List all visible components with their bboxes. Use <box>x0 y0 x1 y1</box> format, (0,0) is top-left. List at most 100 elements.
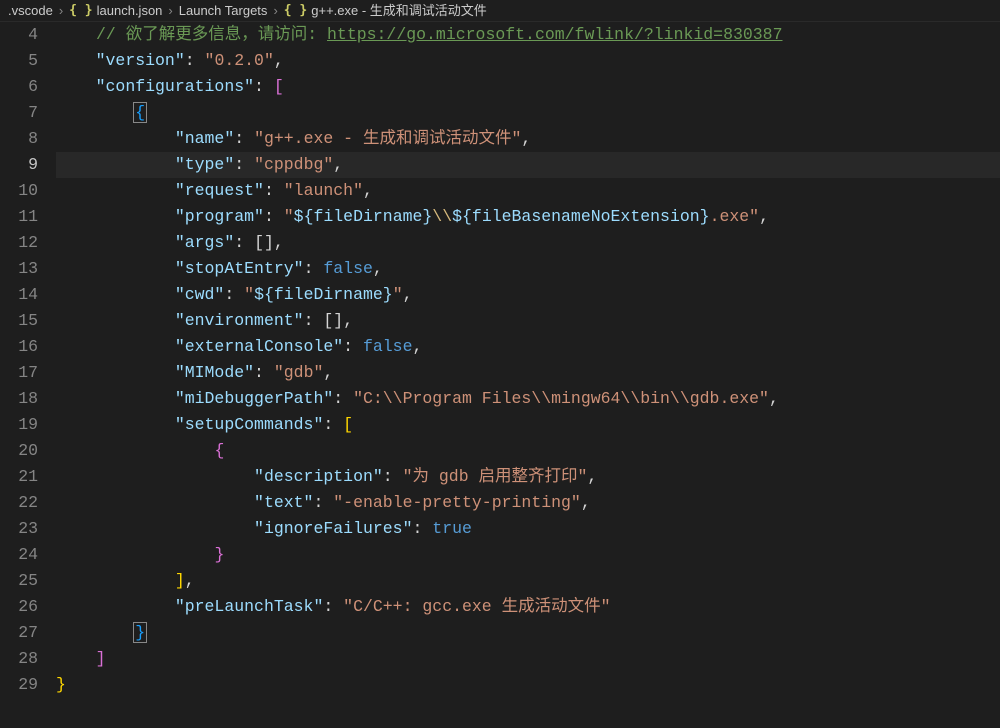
code-line[interactable]: "request": "launch", <box>56 178 1000 204</box>
json-key: "type" <box>175 155 234 174</box>
json-braces-icon: { } <box>284 0 307 24</box>
code-line[interactable]: "configurations": [ <box>56 74 1000 100</box>
line-number: 23 <box>0 516 38 542</box>
json-string: "cppdbg" <box>254 155 333 174</box>
code-line[interactable]: ], <box>56 568 1000 594</box>
code-line[interactable]: "environment": [], <box>56 308 1000 334</box>
breadcrumb-file[interactable]: launch.json <box>97 0 163 24</box>
breadcrumb-section[interactable]: Launch Targets <box>179 0 268 24</box>
json-var: ${fileDirname} <box>294 207 433 226</box>
code-line[interactable]: "args": [], <box>56 230 1000 256</box>
code-line[interactable]: "ignoreFailures": true <box>56 516 1000 542</box>
line-number: 27 <box>0 620 38 646</box>
code-line[interactable]: "text": "-enable-pretty-printing", <box>56 490 1000 516</box>
json-string: " <box>284 207 294 226</box>
code-line[interactable]: // 欲了解更多信息，请访问: https://go.microsoft.com… <box>56 22 1000 48</box>
json-string: "-enable-pretty-printing" <box>333 493 581 512</box>
code-line[interactable]: "program": "${fileDirname}\\${fileBasena… <box>56 204 1000 230</box>
line-number-gutter: 4567891011121314151617181920212223242526… <box>0 22 56 728</box>
code-line[interactable]: { <box>56 100 1000 126</box>
line-number: 25 <box>0 568 38 594</box>
code-line[interactable]: "externalConsole": false, <box>56 334 1000 360</box>
json-key: "args" <box>175 233 234 252</box>
code-line[interactable]: "setupCommands": [ <box>56 412 1000 438</box>
json-var: ${fileBasenameNoExtension} <box>452 207 709 226</box>
code-line[interactable]: { <box>56 438 1000 464</box>
code-line[interactable]: } <box>56 542 1000 568</box>
line-number: 21 <box>0 464 38 490</box>
line-number: 9 <box>0 152 38 178</box>
json-array: [] <box>254 233 274 252</box>
json-string: "C:\\Program Files\\mingw64\\bin\\gdb.ex… <box>353 389 769 408</box>
code-area[interactable]: // 欲了解更多信息，请访问: https://go.microsoft.com… <box>56 22 1000 728</box>
json-key: "version" <box>96 51 185 70</box>
code-line[interactable]: "description": "为 gdb 启用整齐打印", <box>56 464 1000 490</box>
code-line[interactable]: ] <box>56 646 1000 672</box>
json-braces-icon: { } <box>69 0 92 24</box>
line-number: 24 <box>0 542 38 568</box>
code-line[interactable]: "preLaunchTask": "C/C++: gcc.exe 生成活动文件" <box>56 594 1000 620</box>
line-number: 5 <box>0 48 38 74</box>
json-bool: true <box>432 519 472 538</box>
code-line[interactable]: } <box>56 620 1000 646</box>
comment-link[interactable]: https://go.microsoft.com/fwlink/?linkid=… <box>327 25 782 44</box>
json-string: " <box>244 285 254 304</box>
json-string: "0.2.0" <box>205 51 274 70</box>
code-line[interactable]: "version": "0.2.0", <box>56 48 1000 74</box>
json-key: "name" <box>175 129 234 148</box>
json-string: "launch" <box>284 181 363 200</box>
json-key: "stopAtEntry" <box>175 259 304 278</box>
line-number: 4 <box>0 22 38 48</box>
json-key: "externalConsole" <box>175 337 343 356</box>
json-string: "g++.exe - 生成和调试活动文件" <box>254 129 521 148</box>
chevron-right-icon: › <box>273 0 277 24</box>
breadcrumb-target[interactable]: g++.exe - 生成和调试活动文件 <box>311 0 487 24</box>
chevron-right-icon: › <box>168 0 172 24</box>
chevron-right-icon: › <box>59 0 63 24</box>
json-key: "setupCommands" <box>175 415 324 434</box>
code-line[interactable]: "MIMode": "gdb", <box>56 360 1000 386</box>
json-key: "text" <box>254 493 313 512</box>
code-line[interactable]: "stopAtEntry": false, <box>56 256 1000 282</box>
line-number: 28 <box>0 646 38 672</box>
line-number: 16 <box>0 334 38 360</box>
line-number: 15 <box>0 308 38 334</box>
json-string: "gdb" <box>274 363 324 382</box>
json-key: "preLaunchTask" <box>175 597 324 616</box>
line-number: 6 <box>0 74 38 100</box>
comment-text: // 欲了解更多信息，请访问: <box>96 25 327 44</box>
json-key: "environment" <box>175 311 304 330</box>
line-number: 20 <box>0 438 38 464</box>
json-escape: \\ <box>432 207 452 226</box>
breadcrumb[interactable]: .vscode › { } launch.json › Launch Targe… <box>0 0 1000 22</box>
line-number: 12 <box>0 230 38 256</box>
json-key: "miDebuggerPath" <box>175 389 333 408</box>
line-number: 22 <box>0 490 38 516</box>
json-string: "C/C++: gcc.exe 生成活动文件" <box>343 597 610 616</box>
json-string: " <box>393 285 403 304</box>
json-key: "cwd" <box>175 285 225 304</box>
line-number: 7 <box>0 100 38 126</box>
json-array: [] <box>323 311 343 330</box>
json-key: "description" <box>254 467 383 486</box>
json-string: "为 gdb 启用整齐打印" <box>403 467 588 486</box>
line-number: 8 <box>0 126 38 152</box>
line-number: 14 <box>0 282 38 308</box>
json-key: "ignoreFailures" <box>254 519 412 538</box>
line-number: 17 <box>0 360 38 386</box>
json-bool: false <box>363 337 413 356</box>
line-number: 19 <box>0 412 38 438</box>
line-number: 26 <box>0 594 38 620</box>
code-line-active[interactable]: "type": "cppdbg", <box>56 152 1000 178</box>
breadcrumb-folder[interactable]: .vscode <box>8 0 53 24</box>
line-number: 29 <box>0 672 38 698</box>
code-line[interactable]: "cwd": "${fileDirname}", <box>56 282 1000 308</box>
line-number: 11 <box>0 204 38 230</box>
json-key: "request" <box>175 181 264 200</box>
code-editor[interactable]: 4567891011121314151617181920212223242526… <box>0 22 1000 728</box>
json-key: "program" <box>175 207 264 226</box>
code-line[interactable]: "name": "g++.exe - 生成和调试活动文件", <box>56 126 1000 152</box>
line-number: 10 <box>0 178 38 204</box>
code-line[interactable]: } <box>56 672 1000 698</box>
code-line[interactable]: "miDebuggerPath": "C:\\Program Files\\mi… <box>56 386 1000 412</box>
